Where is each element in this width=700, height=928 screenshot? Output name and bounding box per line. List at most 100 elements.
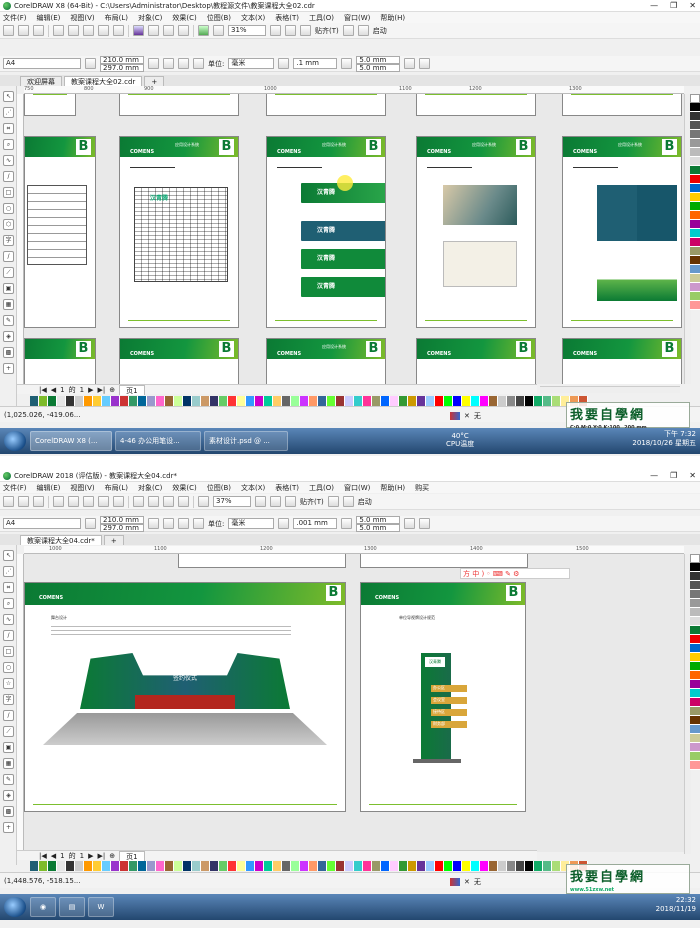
open-icon[interactable] <box>18 25 29 36</box>
pick-tool-icon[interactable]: ↖ <box>3 91 14 102</box>
snap-to-dropdown[interactable]: 贴齐(T) <box>315 26 339 36</box>
all-pages-icon[interactable] <box>178 58 189 69</box>
shape-tool-icon[interactable]: ⋰ <box>3 107 14 118</box>
save-icon[interactable] <box>33 25 44 36</box>
system-clock[interactable]: 下午 7:32 2018/10/26 星期五 <box>632 430 696 448</box>
close-icon[interactable]: ✕ <box>689 1 696 10</box>
add-page-icon[interactable]: ⊕ <box>109 386 115 394</box>
freehand-tool-icon[interactable]: ∿ <box>3 614 14 625</box>
treat-as-filled-icon[interactable] <box>404 58 416 69</box>
zoom-icon[interactable] <box>198 496 209 507</box>
search-content-icon[interactable] <box>133 496 144 507</box>
zoom-level-field[interactable]: 37% <box>213 496 251 507</box>
search-content-icon[interactable] <box>133 25 144 36</box>
landscape-icon[interactable] <box>163 58 174 69</box>
menu-tools[interactable]: 工具(O) <box>309 13 334 23</box>
redo-icon[interactable] <box>113 25 124 36</box>
menu-layout[interactable]: 布局(L) <box>105 13 128 23</box>
page-height-field[interactable]: 297.0 mm <box>100 63 144 72</box>
publish-pdf-icon[interactable] <box>178 496 189 507</box>
document-palette[interactable] <box>30 861 590 871</box>
units-select[interactable]: 毫米 <box>228 58 275 69</box>
drawing-canvas[interactable]: COMENS B 舞台设计 签约仪式 COMENS B 单位导视牌设计规范 汉青腾 … <box>24 554 684 852</box>
menu-text[interactable]: 文本(X) <box>241 13 265 23</box>
page-height-field[interactable]: 297.0 mm <box>100 523 144 532</box>
transparency-tool-icon[interactable]: ▦ <box>3 299 14 310</box>
show-grid-icon[interactable] <box>300 25 311 36</box>
taskbar-word[interactable]: 4-46 办公用笔设... <box>115 431 201 451</box>
shape-tool-icon[interactable]: ⋰ <box>3 566 14 577</box>
last-page-icon[interactable]: ▶| <box>97 852 105 860</box>
first-page-icon[interactable]: |◀ <box>39 386 47 394</box>
close-icon[interactable]: ✕ <box>689 471 696 480</box>
drop-shadow-icon[interactable]: ▣ <box>3 283 14 294</box>
export-icon[interactable] <box>163 25 174 36</box>
connector-tool-icon[interactable]: ⟋ <box>3 726 14 737</box>
paste-icon[interactable] <box>83 496 94 507</box>
page-options-icon[interactable] <box>419 518 431 529</box>
zoom-tool-icon[interactable]: ⌕ <box>3 139 14 150</box>
all-pages-icon[interactable] <box>178 518 189 529</box>
menu-help[interactable]: 帮助(H) <box>380 483 405 493</box>
eyedropper-tool-icon[interactable]: ✎ <box>3 774 14 785</box>
treat-as-filled-icon[interactable] <box>404 518 416 529</box>
nudge-distance-field[interactable]: .1 mm <box>293 58 338 69</box>
color-palette[interactable] <box>690 94 700 404</box>
menu-file[interactable]: 文件(F) <box>3 13 27 23</box>
menu-buy[interactable]: 购买 <box>415 483 429 493</box>
options-gear-icon[interactable] <box>342 25 354 36</box>
full-screen-icon[interactable] <box>270 25 281 36</box>
menu-effects[interactable]: 效果(C) <box>172 483 196 493</box>
menu-edit[interactable]: 编辑(E) <box>37 13 61 23</box>
freehand-tool-icon[interactable]: ∿ <box>3 155 14 166</box>
text-tool-icon[interactable]: 字 <box>3 235 14 246</box>
ellipse-tool-icon[interactable]: ○ <box>3 662 14 673</box>
duplicate-y-field[interactable]: 5.0 mm <box>356 523 401 532</box>
minimize-icon[interactable]: — <box>650 1 658 10</box>
taskbar-word-icon[interactable]: W <box>88 897 114 917</box>
duplicate-y-field[interactable]: 5.0 mm <box>356 63 401 72</box>
tab-welcome-screen[interactable]: 欢迎屏幕 <box>20 76 62 86</box>
minimize-icon[interactable]: — <box>650 471 658 480</box>
rectangle-tool-icon[interactable]: □ <box>3 646 14 657</box>
page-size-select[interactable]: A4 <box>3 518 81 529</box>
duplicate-x-field[interactable]: 5.0 mm <box>356 55 401 64</box>
polygon-tool-icon[interactable]: ☆ <box>3 678 14 689</box>
export-icon[interactable] <box>163 496 174 507</box>
start-button-icon[interactable] <box>4 897 26 917</box>
add-tool-icon[interactable]: + <box>3 822 14 833</box>
units-select[interactable]: 毫米 <box>228 518 275 529</box>
eyedropper-tool-icon[interactable]: ✎ <box>3 315 14 326</box>
transparency-tool-icon[interactable]: ▦ <box>3 758 14 769</box>
page-options-icon[interactable] <box>419 58 431 69</box>
cut-icon[interactable] <box>53 496 64 507</box>
smart-fill-icon[interactable]: ▩ <box>3 806 14 817</box>
menu-window[interactable]: 窗口(W) <box>344 13 370 23</box>
launch-dropdown[interactable]: 启动 <box>373 26 387 36</box>
page-width-field[interactable]: 210.0 mm <box>100 55 144 64</box>
landscape-icon[interactable] <box>163 518 174 529</box>
crop-tool-icon[interactable]: ⌗ <box>3 582 14 593</box>
menu-file[interactable]: 文件(F) <box>3 483 27 493</box>
launch-icon[interactable] <box>357 25 369 36</box>
new-icon[interactable] <box>3 25 14 36</box>
show-rulers-icon[interactable] <box>285 25 296 36</box>
maximize-icon[interactable]: ❐ <box>670 1 677 10</box>
menu-view[interactable]: 视图(V) <box>70 13 94 23</box>
launch-dropdown[interactable]: 启动 <box>358 497 372 507</box>
menu-table[interactable]: 表格(T) <box>275 483 299 493</box>
paste-icon[interactable] <box>83 25 94 36</box>
menu-table[interactable]: 表格(T) <box>275 13 299 23</box>
zoom-level-field[interactable]: 31% <box>228 25 266 36</box>
copy-icon[interactable] <box>68 496 79 507</box>
publish-pdf-icon[interactable] <box>178 25 189 36</box>
redo-icon[interactable] <box>113 496 124 507</box>
system-clock[interactable]: 22:32 2018/11/19 <box>656 896 696 914</box>
menu-help[interactable]: 帮助(H) <box>380 13 405 23</box>
rectangle-tool-icon[interactable]: □ <box>3 187 14 198</box>
menu-edit[interactable]: 编辑(E) <box>37 483 61 493</box>
menu-object[interactable]: 对象(C) <box>138 13 162 23</box>
current-page-icon[interactable] <box>193 58 204 69</box>
nudge-distance-field[interactable]: .001 mm <box>293 518 338 529</box>
menu-layout[interactable]: 布局(L) <box>105 483 128 493</box>
